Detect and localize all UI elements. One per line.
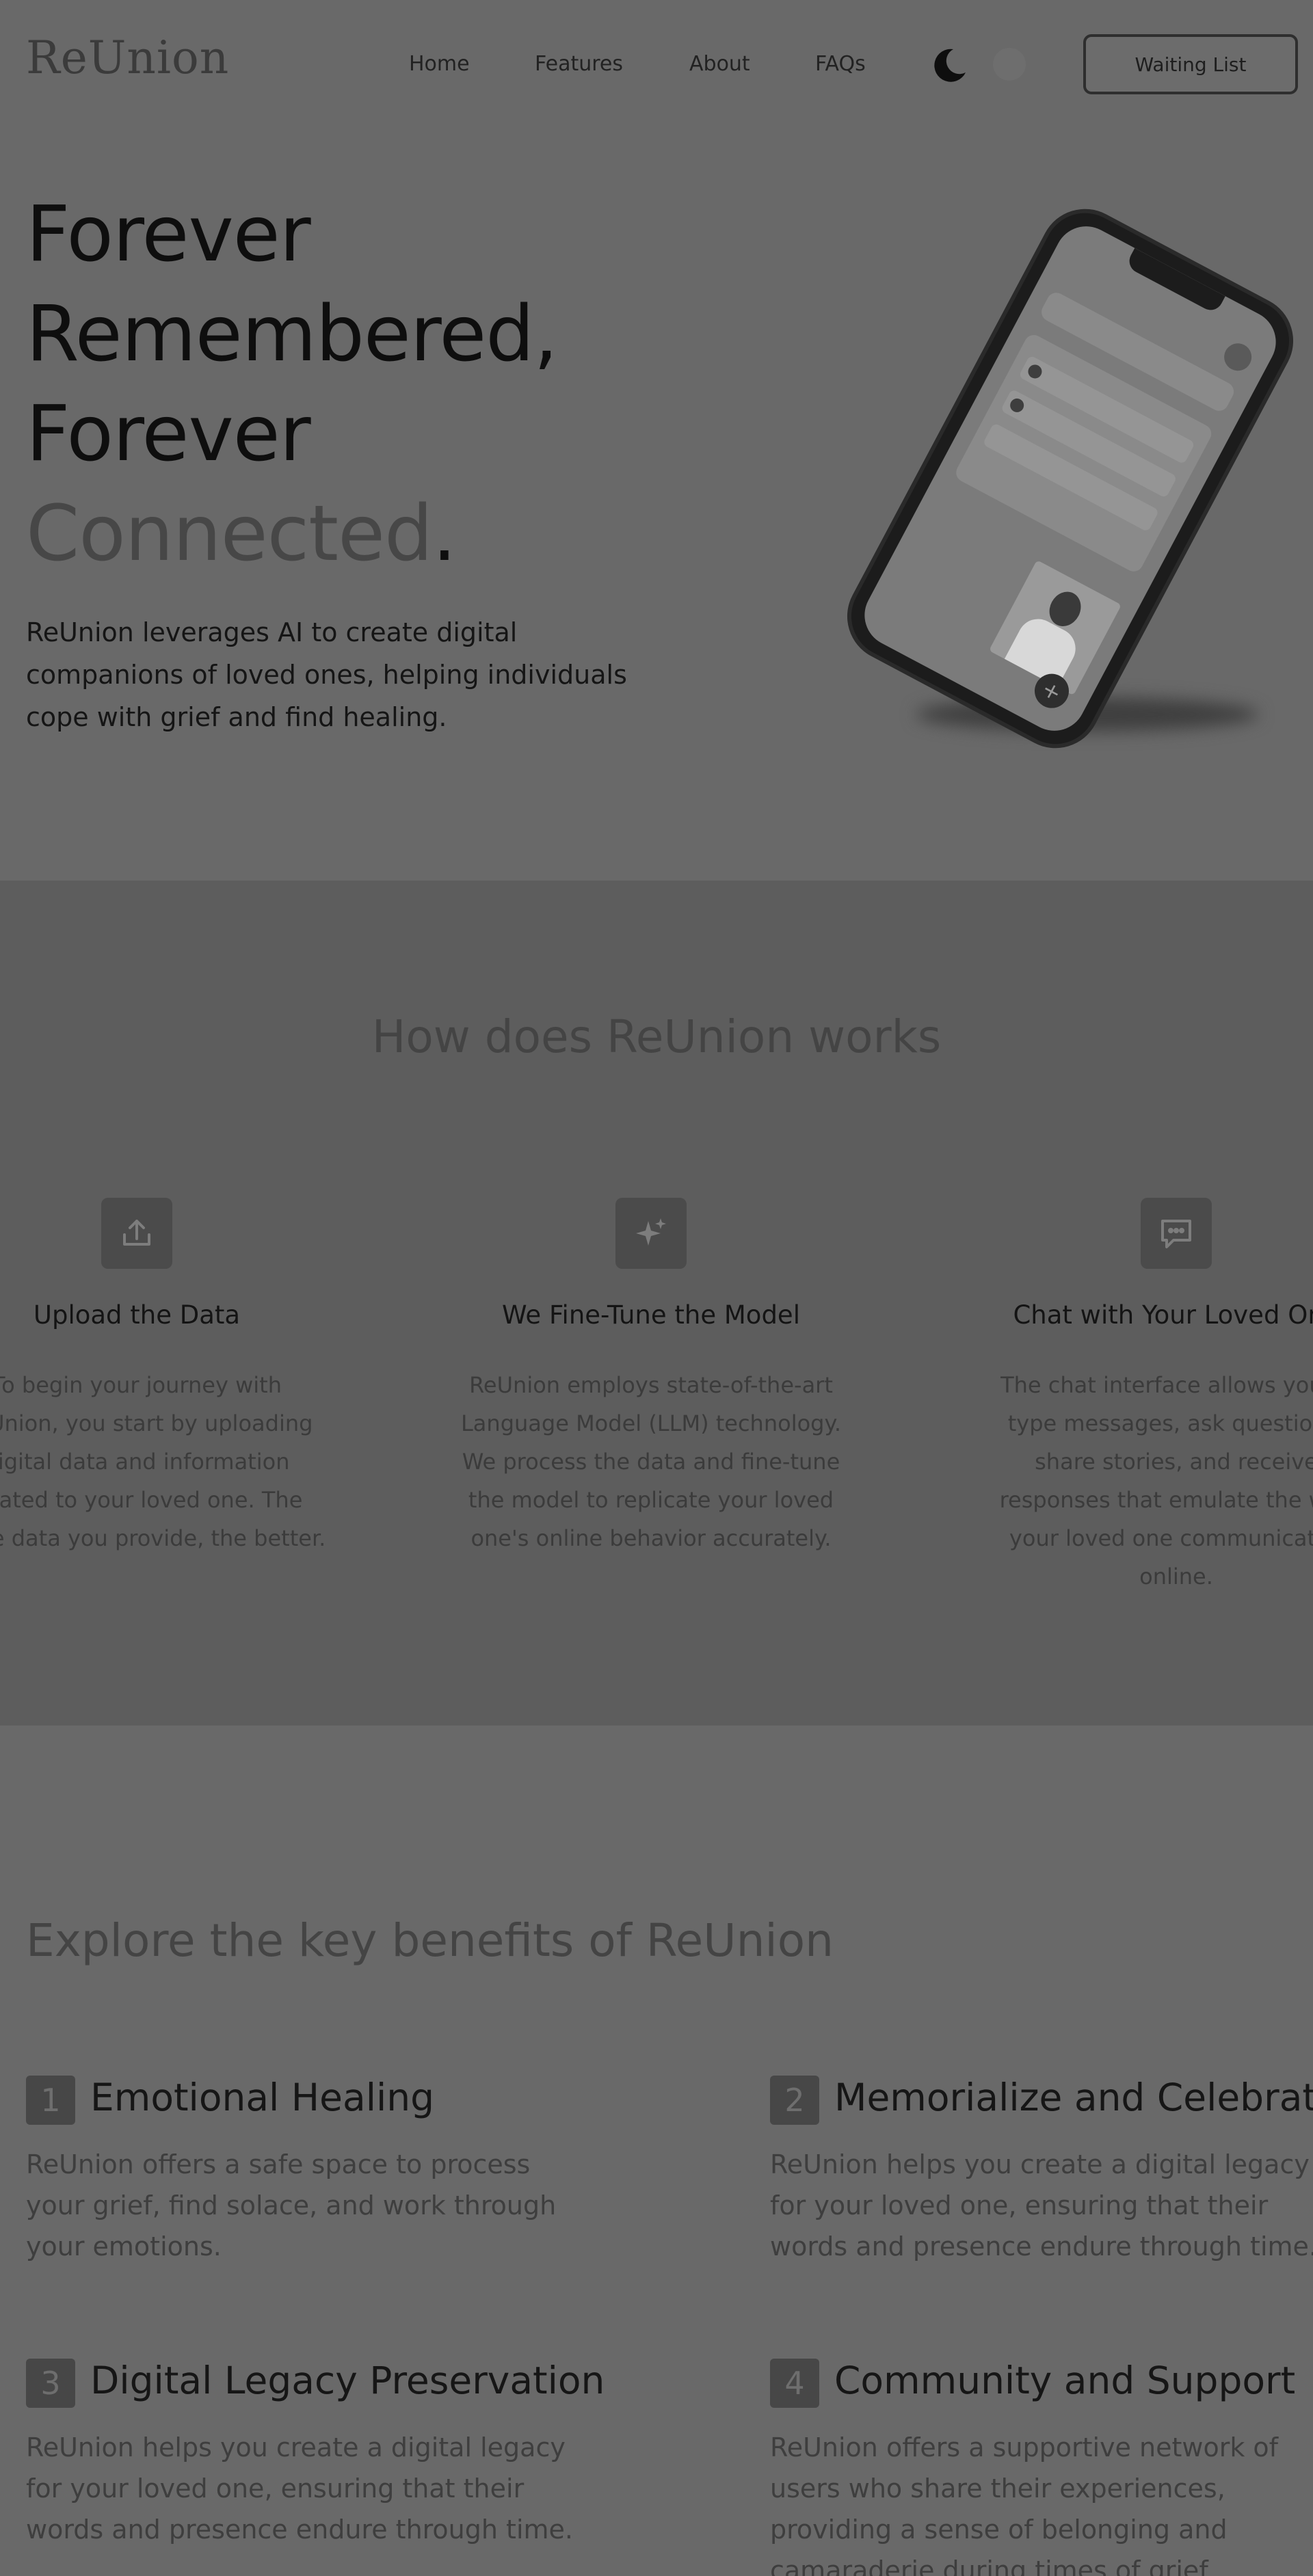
benefit-number-badge: 4 (770, 2359, 819, 2408)
chat-icon (1141, 1198, 1212, 1269)
waiting-list-button[interactable]: Waiting List (1083, 34, 1298, 94)
hero-subtitle: ReUnion leverages AI to create digital c… (26, 617, 627, 732)
hero-title: Forever Remembered, Forever Connected. (26, 185, 641, 584)
light-mode-icon[interactable] (993, 48, 1026, 81)
nav-link-faqs[interactable]: FAQs (815, 52, 866, 76)
hero-title-line-1: Forever (26, 190, 311, 279)
benefit-title: Community and Support (834, 2359, 1296, 2402)
benefit-title: Digital Legacy Preservation (90, 2359, 605, 2402)
top-nav: ReUnion Home Features About FAQs Waiting… (0, 0, 1313, 130)
hero-title-line-3: Forever (26, 390, 311, 479)
phone-frame: + (836, 198, 1304, 759)
benefit-title: Memorialize and Celebrate (834, 2076, 1313, 2119)
hero-title-highlight: Connected (26, 489, 433, 578)
step-description: ReUnion employs state-of-the-art Languag… (460, 1372, 842, 1551)
step-title: Upload the Data (33, 1300, 241, 1330)
nav-link-about[interactable]: About (689, 52, 750, 76)
benefit-description: ReUnion offers a safe space to process y… (26, 2149, 557, 2262)
hero-title-line-2: Remembered, (26, 290, 558, 379)
step-title: We Fine-Tune the Model (502, 1300, 800, 1330)
benefit-number-badge: 2 (770, 2076, 819, 2125)
benefit-description: ReUnion offers a supportive network of u… (770, 2432, 1279, 2576)
benefit-description: ReUnion helps you create a digital legac… (26, 2432, 573, 2545)
step-description: The chat interface allows you to type me… (999, 1372, 1313, 1589)
nav-link-features[interactable]: Features (535, 52, 623, 76)
step-description: To begin your journey with ReUnion, you … (0, 1372, 326, 1551)
benefits-heading: Explore the key benefits of ReUnion (26, 1914, 834, 1967)
benefit-number-badge: 3 (26, 2359, 75, 2408)
upload-icon (101, 1198, 172, 1269)
how-heading: How does ReUnion works (371, 1010, 942, 1063)
nav-link-home[interactable]: Home (409, 52, 470, 76)
hero-title-period: . (432, 489, 457, 578)
benefit-number-badge: 1 (26, 2076, 75, 2125)
phone-mockup: + (836, 198, 1313, 766)
sparkle-icon (615, 1198, 687, 1269)
chat-avatar-icon (1025, 362, 1044, 381)
how-it-works-section: How does ReUnion works Upload the Data T… (0, 881, 1313, 1726)
brand-logo[interactable]: ReUnion (26, 31, 229, 84)
benefit-description: ReUnion helps you create a digital legac… (770, 2149, 1313, 2262)
app-avatar (1219, 338, 1257, 376)
chat-avatar-icon (1007, 396, 1026, 415)
benefit-title: Emotional Healing (90, 2076, 435, 2119)
step-title: Chat with Your Loved One (1013, 1300, 1313, 1330)
moon-icon[interactable] (930, 45, 968, 83)
phone-screen: + (853, 215, 1287, 742)
